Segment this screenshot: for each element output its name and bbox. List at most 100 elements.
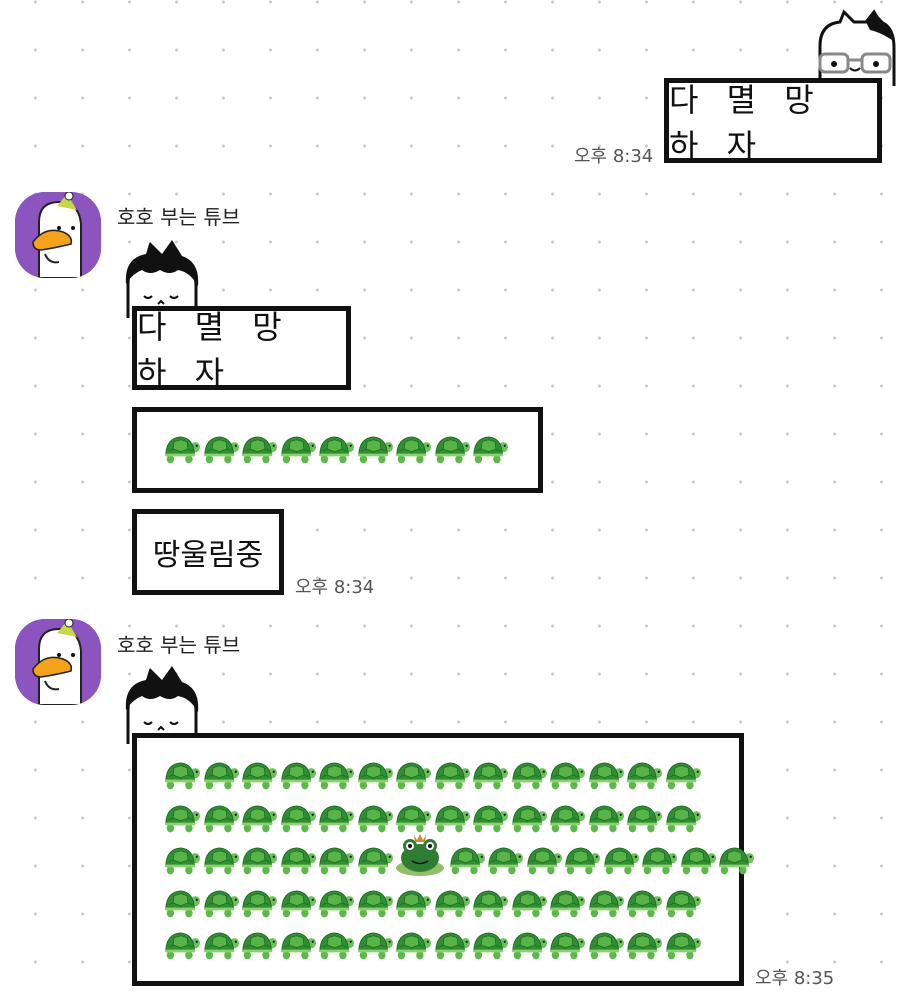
turtle-emoji-icon	[664, 801, 701, 835]
turtle-emoji-icon	[279, 886, 316, 920]
turtle-emoji-icon	[356, 801, 393, 835]
turtle-emoji-icon	[471, 801, 508, 835]
turtle-emoji-icon	[717, 843, 754, 877]
turtle-emoji-icon	[240, 801, 277, 835]
turtle-emoji-icon	[394, 801, 431, 835]
turtle-emoji-icon	[202, 801, 239, 835]
turtle-emoji-icon	[587, 928, 624, 962]
turtle-emoji-icon	[279, 843, 316, 877]
turtle-emoji-icon	[394, 758, 431, 792]
turtle-emoji-icon	[471, 432, 508, 466]
turtle-emoji-icon	[433, 801, 470, 835]
turtle-emoji-icon	[625, 758, 662, 792]
turtle-emoji-icon	[563, 843, 600, 877]
turtle-emoji-icon	[625, 801, 662, 835]
turtle-emoji-icon	[163, 886, 200, 920]
sender-avatar[interactable]	[15, 192, 101, 278]
frog-king-emoji-icon	[394, 832, 446, 878]
turtle-row	[163, 841, 756, 879]
turtle-emoji-icon	[587, 758, 624, 792]
turtle-grid-message-bubble	[132, 733, 744, 986]
turtle-emoji-icon	[433, 758, 470, 792]
turtle-emoji-icon	[587, 886, 624, 920]
turtle-emoji-icon	[317, 886, 354, 920]
turtle-emoji-icon	[548, 801, 585, 835]
turtle-emoji-icon	[356, 928, 393, 962]
turtle-emoji-icon	[664, 886, 701, 920]
turtle-row	[163, 756, 702, 794]
turtle-emoji-icon	[448, 843, 485, 877]
turtle-emoji-icon	[471, 886, 508, 920]
turtle-emoji-icon	[471, 758, 508, 792]
turtle-emoji-icon	[394, 432, 431, 466]
my-message-bubble: 다 멸 망 하 자	[664, 78, 882, 165]
sender-name: 호호 부는 튜브	[117, 205, 241, 229]
turtle-emoji-icon	[356, 758, 393, 792]
turtle-emoji-icon	[279, 801, 316, 835]
turtle-emoji-icon	[240, 886, 277, 920]
turtle-emoji-icon	[317, 801, 354, 835]
turtle-emoji-icon	[317, 432, 354, 466]
turtle-emoji-icon	[356, 886, 393, 920]
other-message-text: 다 멸 망 하 자	[137, 308, 291, 392]
other-message-time: 오후 8:34	[295, 577, 375, 598]
my-message-time: 오후 8:34	[574, 146, 654, 167]
turtle-emoji-icon	[317, 758, 354, 792]
turtle-emoji-icon	[433, 928, 470, 962]
turtle-emoji-icon	[548, 928, 585, 962]
turtle-emoji-icon	[202, 886, 239, 920]
turtle-row	[163, 799, 702, 837]
turtle-emoji-icon	[202, 843, 239, 877]
turtle-row	[163, 430, 510, 468]
turtle-emoji-icon	[356, 843, 393, 877]
tube-duck-avatar-icon	[15, 619, 101, 705]
turtle-emoji-icon	[510, 758, 547, 792]
turtle-emoji-icon	[240, 432, 277, 466]
turtle-emoji-icon	[163, 758, 200, 792]
other-message-bubble: 다 멸 망 하 자	[132, 306, 351, 392]
turtle-emoji-icon	[317, 928, 354, 962]
turtle-emoji-icon	[394, 886, 431, 920]
turtle-emoji-icon	[202, 928, 239, 962]
turtle-emoji-icon	[240, 928, 277, 962]
turtle-emoji-icon	[625, 886, 662, 920]
turtle-emoji-icon	[602, 843, 639, 877]
turtle-emoji-icon	[664, 928, 701, 962]
tube-duck-avatar-icon	[15, 192, 101, 278]
turtle-emoji-icon	[510, 928, 547, 962]
turtle-row	[163, 926, 702, 964]
turtle-emoji-icon	[587, 801, 624, 835]
turtle-emoji-icon	[471, 928, 508, 962]
turtle-emoji-icon	[163, 801, 200, 835]
sender-name: 호호 부는 튜브	[117, 633, 241, 657]
other-message-text: 땅울림중	[152, 538, 264, 573]
my-message-text: 다 멸 망 하 자	[669, 80, 823, 165]
turtle-emoji-icon	[486, 843, 523, 877]
turtle-emoji-icon	[279, 758, 316, 792]
turtle-emoji-icon	[356, 432, 393, 466]
turtle-emoji-icon	[202, 432, 239, 466]
turtle-emoji-icon	[202, 758, 239, 792]
turtle-emoji-icon	[279, 432, 316, 466]
turtle-emoji-icon	[279, 928, 316, 962]
turtle-emoji-icon	[433, 432, 470, 466]
other-message-time: 오후 8:35	[755, 968, 835, 989]
turtle-emoji-icon	[433, 886, 470, 920]
turtle-emoji-icon	[679, 843, 716, 877]
turtle-emoji-icon	[525, 843, 562, 877]
turtle-emoji-icon	[394, 928, 431, 962]
turtle-emoji-icon	[163, 928, 200, 962]
turtle-emoji-icon	[240, 843, 277, 877]
turtle-emoji-icon	[664, 758, 701, 792]
turtle-emoji-icon	[240, 758, 277, 792]
sender-avatar[interactable]	[15, 619, 101, 705]
other-message-bubble: 땅울림중	[132, 509, 284, 595]
turtle-row	[163, 884, 702, 922]
turtle-emoji-icon	[640, 843, 677, 877]
turtle-emoji-icon	[317, 843, 354, 877]
turtle-emoji-icon	[548, 758, 585, 792]
turtle-message-bubble	[132, 407, 543, 493]
turtle-emoji-icon	[510, 801, 547, 835]
turtle-emoji-icon	[510, 886, 547, 920]
turtle-emoji-icon	[163, 432, 200, 466]
